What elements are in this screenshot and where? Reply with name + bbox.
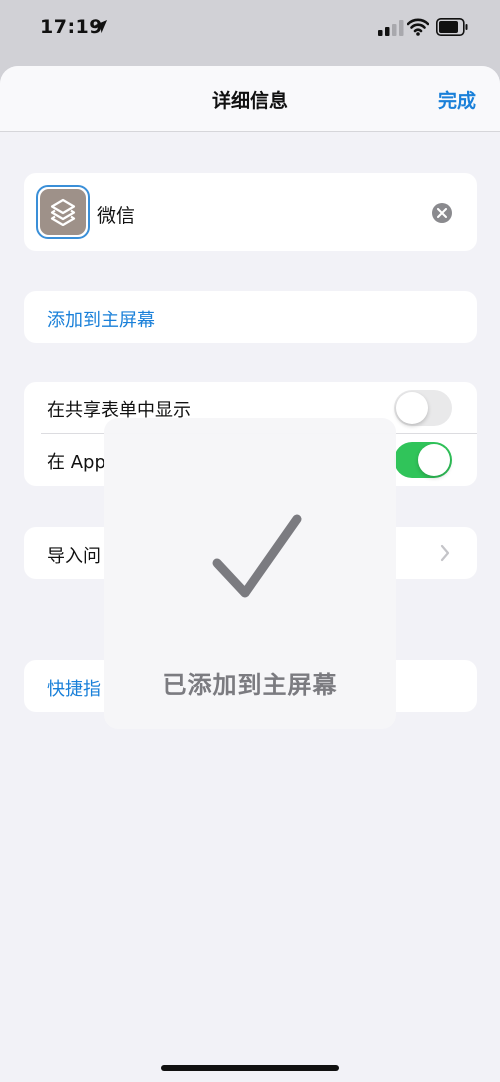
added-confirmation-hud: 已添加到主屏幕 [104, 418, 396, 729]
add-to-home-screen-button[interactable]: 添加到主屏幕 [24, 291, 477, 343]
app-toggle[interactable] [394, 442, 452, 478]
hud-message: 已添加到主屏幕 [162, 671, 338, 699]
add-to-home-screen-label: 添加到主屏幕 [47, 310, 155, 331]
shortcut-name-card: 微信 [24, 173, 477, 251]
page-title: 详细信息 [211, 90, 288, 112]
location-arrow-icon [93, 19, 108, 34]
shortcuts-help-label: 快捷指 [47, 679, 101, 700]
clear-name-button[interactable] [432, 203, 452, 223]
cellular-signal-icon [378, 20, 404, 36]
app-toggle-label: 在 App [47, 452, 106, 473]
nav-bar: 详细信息 完成 [0, 66, 500, 132]
shortcut-name-input[interactable]: 微信 [97, 201, 135, 228]
battery-icon [436, 18, 468, 36]
import-questions-label: 导入问 [47, 546, 101, 567]
shortcut-icon-button[interactable] [36, 185, 90, 239]
share-sheet-toggle[interactable] [394, 390, 452, 426]
screen: 17:19 详细信息 完成 微信 添加到主屏幕 在共享表单中显示 在 App 导… [0, 0, 500, 1082]
shortcuts-layers-icon [50, 198, 76, 226]
home-indicator[interactable] [161, 1065, 339, 1071]
close-icon [437, 208, 447, 218]
checkmark-icon [212, 514, 302, 598]
done-button[interactable]: 完成 [438, 86, 476, 113]
wifi-icon [407, 18, 429, 36]
chevron-right-icon [440, 544, 450, 562]
status-bar: 17:19 [0, 0, 500, 64]
